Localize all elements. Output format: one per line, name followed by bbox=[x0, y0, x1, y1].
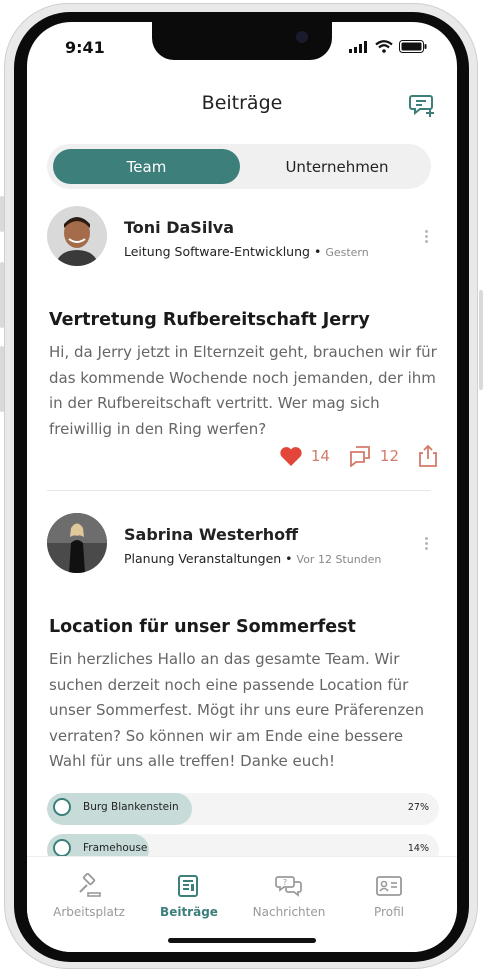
post-title: Location für unser Sommerfest bbox=[49, 617, 356, 637]
tab-profil[interactable]: Profil bbox=[339, 873, 439, 919]
page-title: Beiträge bbox=[201, 92, 283, 114]
avatar-photo bbox=[47, 206, 107, 266]
heart-icon[interactable] bbox=[279, 446, 303, 467]
comment-count: 12 bbox=[379, 447, 399, 465]
news-icon bbox=[178, 875, 198, 897]
comment-icon[interactable] bbox=[348, 445, 372, 467]
tab-label: Arbeitsplatz bbox=[53, 905, 125, 919]
post-body: Ein herzliches Hallo an das gesamte Team… bbox=[49, 650, 424, 770]
post-meta: Leitung Software-Entwicklung • Gestern bbox=[124, 244, 369, 259]
post-body: Hi, da Jerry jetzt in Elternzeit geht, b… bbox=[49, 343, 437, 438]
post-author[interactable]: Sabrina Westerhoff bbox=[124, 525, 298, 544]
poll-option-label: Burg Blankenstein bbox=[83, 801, 179, 813]
poll-option-label: Framehouse bbox=[83, 842, 148, 854]
post-card: Sabrina Westerhoff Planung Veranstaltung… bbox=[47, 513, 439, 803]
avatar[interactable] bbox=[47, 513, 107, 573]
segment-team[interactable]: Team bbox=[53, 149, 240, 184]
gavel-icon bbox=[79, 873, 101, 897]
share-icon[interactable] bbox=[417, 444, 439, 468]
segmented-control: Team Unternehmen bbox=[47, 144, 431, 189]
tab-label: Profil bbox=[374, 905, 404, 919]
post-time: Vor 12 Stunden bbox=[296, 553, 382, 566]
meta-separator: • bbox=[313, 244, 326, 259]
segment-unternehmen[interactable]: Unternehmen bbox=[245, 149, 429, 184]
cellular-signal-icon bbox=[349, 41, 367, 53]
author-role: Leitung Software-Entwicklung bbox=[124, 244, 310, 259]
compose-message-icon[interactable] bbox=[409, 92, 435, 118]
radio-icon[interactable] bbox=[53, 798, 71, 816]
poll-option-percent: 27% bbox=[407, 802, 429, 813]
post-author[interactable]: Toni DaSilva bbox=[124, 218, 234, 237]
meta-separator: • bbox=[285, 551, 297, 566]
phone-power-button bbox=[479, 290, 483, 390]
tab-beitraege[interactable]: Beiträge bbox=[139, 873, 239, 919]
poll-option-percent: 14% bbox=[407, 843, 429, 854]
poll-option[interactable]: Burg Blankenstein 27% bbox=[47, 793, 439, 825]
tab-bar: Arbeitsplatz Beiträge ? Nachrichten Prof… bbox=[27, 856, 457, 952]
author-role: Planung Veranstaltungen bbox=[124, 551, 282, 566]
status-icons bbox=[349, 40, 427, 53]
camera-icon bbox=[296, 31, 308, 43]
wifi-icon bbox=[375, 40, 393, 53]
phone-side-button bbox=[0, 196, 4, 232]
post-card: Toni DaSilva Leitung Software-Entwicklun… bbox=[47, 206, 439, 476]
phone-volume-down-button bbox=[0, 346, 4, 412]
like-count: 14 bbox=[310, 447, 330, 465]
tab-label: Nachrichten bbox=[252, 905, 326, 919]
tab-nachrichten[interactable]: ? Nachrichten bbox=[239, 873, 339, 919]
post-title: Vertretung Rufbereitschaft Jerry bbox=[49, 310, 370, 330]
post-meta: Planung Veranstaltungen • Vor 12 Stunden bbox=[124, 551, 381, 566]
avatar[interactable] bbox=[47, 206, 107, 266]
id-card-icon bbox=[376, 876, 402, 896]
phone-volume-up-button bbox=[0, 262, 4, 328]
home-indicator[interactable] bbox=[168, 938, 316, 943]
post-time: Gestern bbox=[325, 246, 369, 259]
more-options-icon[interactable] bbox=[425, 537, 429, 552]
more-options-icon[interactable] bbox=[425, 230, 429, 245]
divider bbox=[47, 490, 431, 491]
tab-arbeitsplatz[interactable]: Arbeitsplatz bbox=[39, 873, 139, 919]
post-actions: 14 12 bbox=[279, 444, 439, 468]
chat-bubbles-icon: ? bbox=[275, 876, 302, 897]
notch bbox=[152, 22, 332, 60]
avatar-photo bbox=[47, 513, 107, 573]
radio-icon[interactable] bbox=[53, 839, 71, 857]
tab-label: Beiträge bbox=[160, 905, 218, 919]
svg-text:?: ? bbox=[283, 878, 287, 887]
battery-icon bbox=[399, 40, 427, 53]
app-screen: 9:41 Beiträge Team Unternehmen Toni DaSi… bbox=[27, 22, 457, 952]
status-time: 9:41 bbox=[65, 38, 105, 57]
